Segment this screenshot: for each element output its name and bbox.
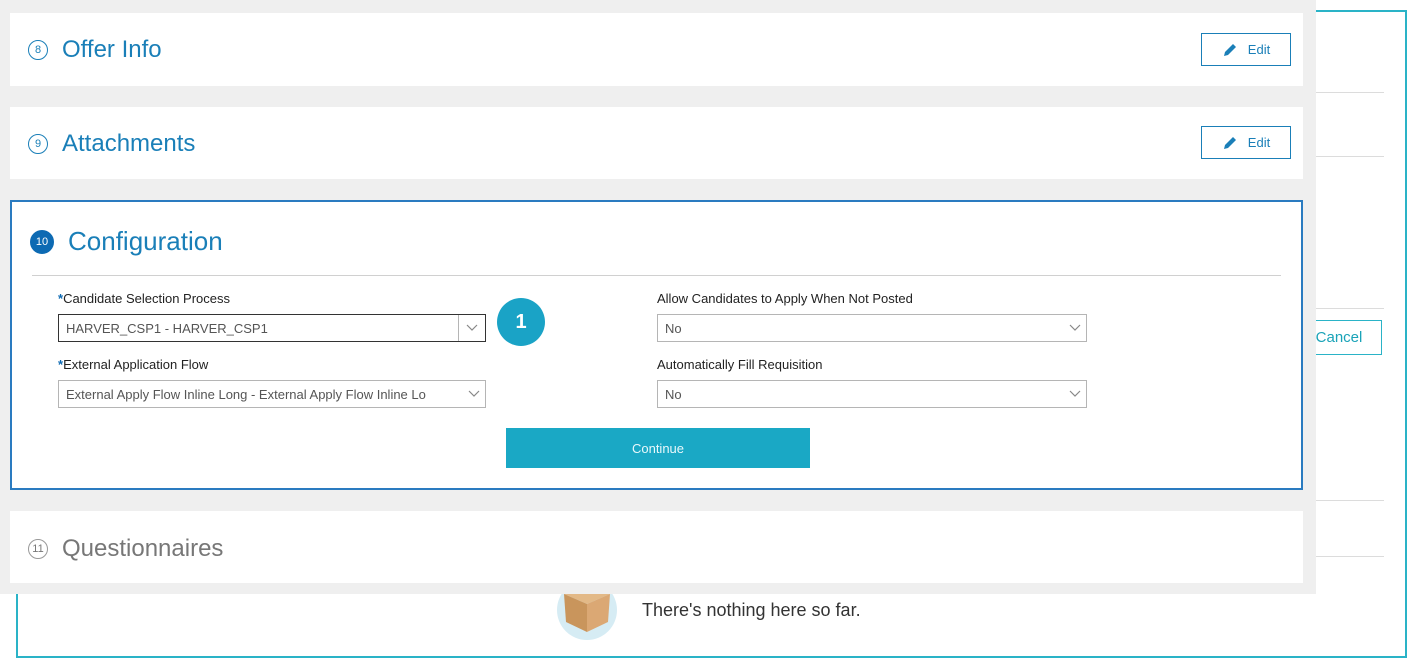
section-attachments: 9 Attachments Edit (10, 107, 1303, 179)
step-number: 9 (28, 134, 48, 154)
candidate-selection-select[interactable]: HARVER_CSP1 - HARVER_CSP1 (58, 314, 486, 342)
continue-button[interactable]: Continue (506, 428, 810, 468)
section-title: Questionnaires (62, 535, 224, 562)
section-questionnaires: 11 Questionnaires (10, 511, 1303, 583)
divider (1310, 500, 1384, 501)
section-header: 9 Attachments (28, 130, 195, 158)
divider (1310, 556, 1384, 557)
chevron-down-icon (1064, 324, 1086, 332)
allow-apply-label: Allow Candidates to Apply When Not Poste… (657, 291, 913, 306)
step-number: 10 (30, 229, 54, 254)
section-header: 8 Offer Info (28, 36, 162, 64)
step-number: 8 (28, 40, 48, 60)
section-configuration: 10 Configuration *Candidate Selection Pr… (10, 200, 1303, 490)
divider (1310, 308, 1384, 309)
section-title[interactable]: Attachments (62, 130, 195, 158)
section-header: 11 Questionnaires (28, 535, 223, 563)
step-number: 11 (28, 539, 48, 559)
external-flow-select[interactable]: External Apply Flow Inline Long - Extern… (58, 380, 486, 408)
auto-fill-label: Automatically Fill Requisition (657, 357, 823, 372)
chevron-down-icon (1064, 390, 1086, 398)
auto-fill-select[interactable]: No (657, 380, 1087, 408)
wizard-overlay: 8 Offer Info Edit 9 Attachments Edit 10 … (0, 0, 1316, 594)
edit-label: Edit (1247, 42, 1271, 57)
section-title[interactable]: Offer Info (62, 36, 162, 64)
section-title: Configuration (68, 226, 223, 256)
chevron-down-icon (458, 315, 485, 341)
edit-label: Edit (1247, 135, 1271, 150)
divider (1310, 92, 1384, 93)
chevron-down-icon (463, 390, 485, 398)
pencil-icon (1223, 136, 1236, 149)
external-flow-label: *External Application Flow (58, 357, 209, 372)
candidate-selection-label: *Candidate Selection Process (58, 291, 230, 306)
section-offer-info: 8 Offer Info Edit (10, 13, 1303, 86)
allow-apply-select[interactable]: No (657, 314, 1087, 342)
annotation-badge: 1 (497, 298, 545, 346)
edit-button[interactable]: Edit (1201, 126, 1291, 159)
edit-button[interactable]: Edit (1201, 33, 1291, 66)
pencil-icon (1223, 43, 1236, 56)
divider (1310, 156, 1384, 157)
section-header: 10 Configuration (30, 226, 223, 257)
divider (32, 275, 1281, 276)
empty-message: There's nothing here so far. (642, 599, 861, 620)
